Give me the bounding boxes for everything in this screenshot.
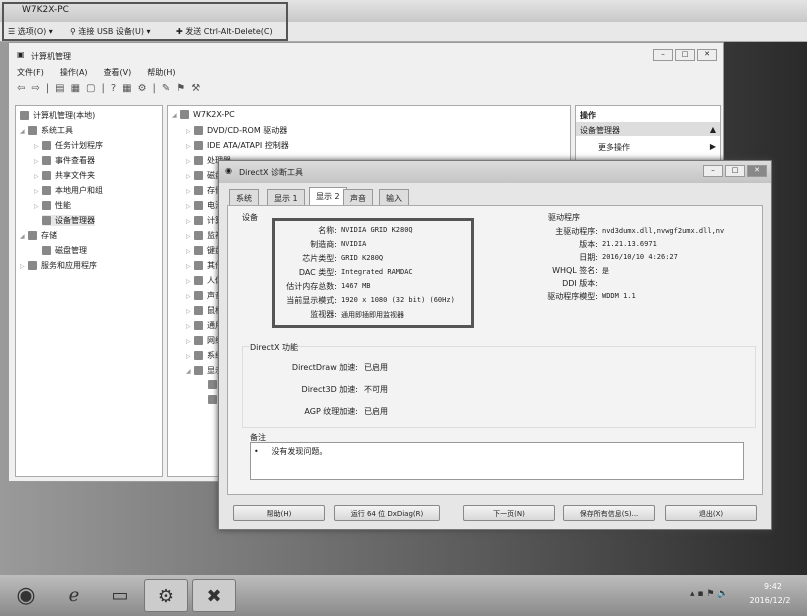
actions-header: 操作: [580, 111, 596, 120]
device-value: GRID K280Q: [341, 254, 384, 262]
driver-label: 日期:: [579, 253, 598, 262]
console-tree: 计算机管理(本地) ◢ 系统工具 ▷ 任务计划程序 ▷ 事件查看器 ▷ 共享文件夹 ▷ 本…: [15, 105, 163, 477]
tab-system[interactable]: 系统: [229, 189, 259, 205]
notes-box: • 没有发现问题。: [250, 442, 744, 480]
app-icon: ▣: [17, 50, 25, 59]
taskbar: ◉ ℯ ▭ ⚙ ✖ ▴ ▪ ⚑ 🔈 9:42 2016/12/2: [0, 575, 807, 616]
actions-section[interactable]: 设备管理器 ▲: [576, 122, 720, 136]
tab-content: 设备 名称: NVIDIA GRID K280Q 制造商: NVIDIA 芯片类型: GR…: [227, 205, 763, 495]
tree-performance[interactable]: ▷ 性能: [34, 200, 71, 211]
tree-event-viewer[interactable]: ▷ 事件查看器: [34, 155, 95, 166]
tree-services-apps[interactable]: ▷ 服务和应用程序: [20, 260, 97, 271]
dialog-minimize-button[interactable]: –: [703, 165, 723, 177]
highlight-box: [2, 2, 288, 41]
device-label: 制造商:: [310, 240, 337, 249]
device-label: 芯片类型:: [302, 254, 337, 263]
feature-value: 不可用: [364, 385, 388, 394]
computer-management-task-icon[interactable]: ⚙: [144, 579, 188, 612]
tree-task-scheduler[interactable]: ▷ 任务计划程序: [34, 140, 103, 151]
feature-label: DirectDraw 加速:: [291, 363, 358, 372]
toolbar-icons[interactable]: ⇦⇨|▤▦▢|?▦⚙|✎⚑⚒: [17, 83, 206, 94]
menu-view[interactable]: 查看(V): [104, 68, 132, 77]
dialog-maximize-button[interactable]: □: [725, 165, 745, 177]
device-label: 监视器:: [310, 310, 337, 319]
device-header: 设备: [242, 213, 258, 222]
device-label: DAC 类型:: [298, 268, 337, 277]
dialog-close-button[interactable]: ✕: [747, 165, 767, 177]
notes-text: 没有发现问题。: [271, 447, 328, 456]
tab-sound[interactable]: 声音: [343, 189, 373, 205]
device-category[interactable]: ▷ DVD/CD-ROM 驱动器: [186, 125, 287, 136]
feature-value: 已启用: [364, 407, 388, 416]
driver-value: nvd3dumx.dll,nvwgf2umx.dll,nv: [602, 227, 725, 235]
device-value: 1920 x 1080 (32 bit) (60Hz): [341, 296, 455, 304]
device-category[interactable]: ▷ IDE ATA/ATAPI 控制器: [186, 140, 289, 151]
driver-value: WDDM 1.1: [602, 292, 636, 300]
device-label: 名称:: [318, 226, 337, 235]
tree-storage[interactable]: ◢ 存储: [20, 230, 57, 241]
next-page-button[interactable]: 下一页(N): [463, 505, 555, 521]
driver-value: 2016/10/10 4:26:27: [602, 253, 678, 261]
driver-label: 驱动程序模型:: [547, 292, 598, 301]
driver-label: 主驱动程序:: [555, 227, 598, 236]
dialog-title-bar: ◉ DirectX 诊断工具 – □ ✕: [219, 161, 771, 183]
tree-shared-folders[interactable]: ▷ 共享文件夹: [34, 170, 95, 181]
tray-icons[interactable]: ▴ ▪ ⚑ 🔈: [690, 589, 728, 599]
tab-input[interactable]: 输入: [379, 189, 409, 205]
tab-display-1[interactable]: 显示 1: [267, 189, 305, 205]
device-value: Integrated RAMDAC: [341, 268, 413, 276]
tree-device-manager[interactable]: 设备管理器: [42, 215, 95, 226]
tree-disk-management[interactable]: 磁盘管理: [42, 245, 87, 256]
device-info-box: 名称: NVIDIA GRID K280Q 制造商: NVIDIA 芯片类型: GRID …: [272, 218, 474, 328]
feature-value: 已启用: [364, 363, 388, 372]
device-label: 估计内存总数:: [286, 282, 337, 291]
driver-header: 驱动程序: [548, 213, 580, 222]
directx-diagnostic-dialog: ◉ DirectX 诊断工具 – □ ✕ 系统 显示 1 显示 2 声音 输入 设备…: [218, 160, 772, 530]
clock-time[interactable]: 9:42: [748, 582, 798, 591]
features-header: DirectX 功能: [250, 342, 298, 353]
directx-icon: ◉: [225, 166, 232, 175]
device-value: NVIDIA GRID K280Q: [341, 226, 413, 234]
close-button[interactable]: ✕: [697, 49, 717, 61]
directx-task-icon[interactable]: ✖: [192, 579, 236, 612]
menu-action[interactable]: 操作(A): [60, 68, 88, 77]
minimize-button[interactable]: –: [653, 49, 673, 61]
menu-help[interactable]: 帮助(H): [147, 68, 175, 77]
tree-system-tools[interactable]: ◢ 系统工具: [20, 125, 73, 136]
menu-file[interactable]: 文件(F): [17, 68, 44, 77]
menu-bar: 文件(F) 操作(A) 查看(V) 帮助(H): [17, 67, 192, 78]
driver-label: WHQL 签名:: [552, 266, 598, 275]
driver-label: 版本:: [579, 240, 598, 249]
device-root[interactable]: ◢ W7K2X-PC: [172, 110, 235, 119]
device-value: NVIDIA: [341, 240, 367, 248]
explorer-icon[interactable]: ▭: [98, 579, 142, 612]
clock-date[interactable]: 2016/12/2: [738, 596, 802, 605]
feature-label: AGP 纹理加速:: [304, 407, 358, 416]
exit-button[interactable]: 退出(X): [665, 505, 757, 521]
start-button[interactable]: ◉: [4, 579, 48, 612]
device-label: 当前显示模式:: [286, 296, 337, 305]
dialog-title: DirectX 诊断工具: [239, 168, 303, 177]
driver-label: DDI 版本:: [562, 279, 598, 288]
driver-value: 21.21.13.6971: [602, 240, 657, 248]
run-64bit-dxdiag-button[interactable]: 运行 64 位 DxDiag(R): [334, 505, 440, 521]
device-value: 通用即插即用监视器: [341, 311, 404, 319]
tree-local-users[interactable]: ▷ 本地用户和组: [34, 185, 103, 196]
save-all-info-button[interactable]: 保存所有信息(S)...: [563, 505, 655, 521]
device-value: 1467 MB: [341, 282, 371, 290]
ie-icon[interactable]: ℯ: [52, 579, 96, 612]
window-title: 计算机管理: [31, 52, 71, 61]
maximize-button[interactable]: □: [675, 49, 695, 61]
feature-label: Direct3D 加速:: [301, 385, 358, 394]
tree-root[interactable]: 计算机管理(本地): [20, 110, 95, 121]
tab-display-2[interactable]: 显示 2: [309, 187, 347, 206]
more-actions[interactable]: 更多操作 ▶: [598, 142, 716, 153]
help-button[interactable]: 帮助(H): [233, 505, 325, 521]
driver-value: 是: [602, 267, 609, 275]
